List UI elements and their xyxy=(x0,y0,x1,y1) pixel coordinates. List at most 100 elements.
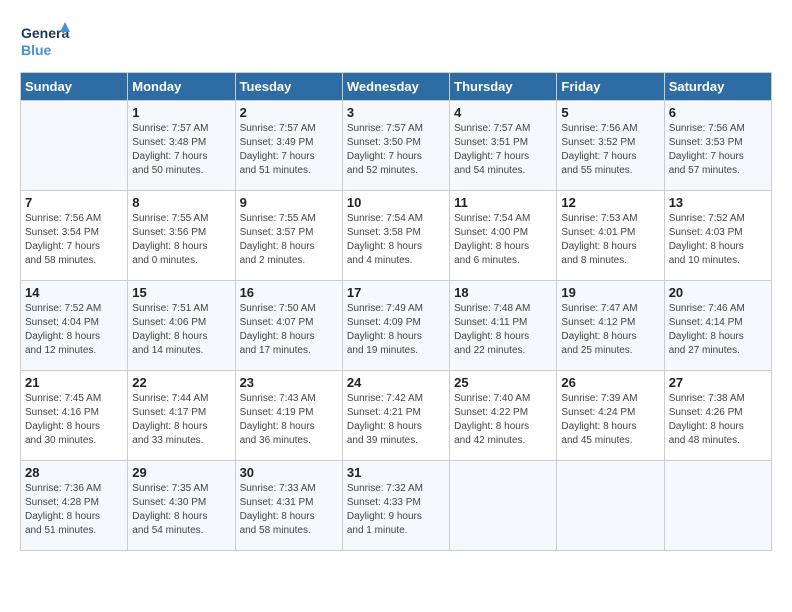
col-header-saturday: Saturday xyxy=(664,73,771,101)
calendar-cell: 1 Sunrise: 7:57 AMSunset: 3:48 PMDaylight… xyxy=(128,101,235,191)
col-header-monday: Monday xyxy=(128,73,235,101)
day-info: Sunrise: 7:51 AMSunset: 4:06 PMDaylight:… xyxy=(132,302,230,358)
day-number: 12 xyxy=(561,195,659,210)
calendar-cell: 5Sunrise: 7:56 AMSunset: 3:52 PMDaylight… xyxy=(557,101,664,191)
day-number: 7 xyxy=(25,195,123,210)
calendar-cell: 26 Sunrise: 7:39 AMSunset: 4:24 PMDayligh… xyxy=(557,371,664,461)
calendar-header-row: SundayMondayTuesdayWednesdayThursdayFrid… xyxy=(21,73,772,101)
day-number: 21 xyxy=(25,375,123,390)
col-header-friday: Friday xyxy=(557,73,664,101)
day-number: 17 xyxy=(347,285,445,300)
calendar-cell: 22 Sunrise: 7:44 AMSunset: 4:17 PMDayligh… xyxy=(128,371,235,461)
calendar-cell: 28Sunrise: 7:36 AMSunset: 4:28 PMDayligh… xyxy=(21,461,128,551)
page-header: General Blue xyxy=(20,20,772,62)
day-info: Sunrise: 7:57 AMSunset: 3:51 PMDaylight:… xyxy=(454,122,552,178)
calendar-cell: 6Sunrise: 7:56 AMSunset: 3:53 PMDaylight… xyxy=(664,101,771,191)
calendar-cell: 17 Sunrise: 7:49 AMSunset: 4:09 PMDayligh… xyxy=(342,281,449,371)
calendar-cell: 18 Sunrise: 7:48 AMSunset: 4:11 PMDayligh… xyxy=(450,281,557,371)
day-number: 11 xyxy=(454,195,552,210)
day-info: Sunrise: 7:50 AMSunset: 4:07 PMDaylight:… xyxy=(240,302,338,358)
day-number: 3 xyxy=(347,105,445,120)
day-number: 31 xyxy=(347,465,445,480)
day-info: Sunrise: 7:53 AMSunset: 4:01 PMDaylight:… xyxy=(561,212,659,268)
calendar-cell: 10 Sunrise: 7:54 AMSunset: 3:58 PMDayligh… xyxy=(342,191,449,281)
day-info: Sunrise: 7:52 AMSunset: 4:04 PMDaylight:… xyxy=(25,302,123,358)
day-number: 19 xyxy=(561,285,659,300)
calendar-cell: 16 Sunrise: 7:50 AMSunset: 4:07 PMDayligh… xyxy=(235,281,342,371)
calendar-week-row: 1 Sunrise: 7:57 AMSunset: 3:48 PMDaylight… xyxy=(21,101,772,191)
day-info: Sunrise: 7:45 AMSunset: 4:16 PMDaylight:… xyxy=(25,392,123,448)
day-info: Sunrise: 7:55 AMSunset: 3:56 PMDaylight:… xyxy=(132,212,230,268)
day-info: Sunrise: 7:54 AMSunset: 4:00 PMDaylight:… xyxy=(454,212,552,268)
calendar-cell: 30 Sunrise: 7:33 AMSunset: 4:31 PMDayligh… xyxy=(235,461,342,551)
day-info: Sunrise: 7:44 AMSunset: 4:17 PMDaylight:… xyxy=(132,392,230,448)
day-info: Sunrise: 7:54 AMSunset: 3:58 PMDaylight:… xyxy=(347,212,445,268)
day-number: 10 xyxy=(347,195,445,210)
calendar-cell: 24 Sunrise: 7:42 AMSunset: 4:21 PMDayligh… xyxy=(342,371,449,461)
day-info: Sunrise: 7:38 AMSunset: 4:26 PMDaylight:… xyxy=(669,392,767,448)
calendar-cell: 19 Sunrise: 7:47 AMSunset: 4:12 PMDayligh… xyxy=(557,281,664,371)
day-number: 30 xyxy=(240,465,338,480)
day-number: 16 xyxy=(240,285,338,300)
calendar-cell: 23Sunrise: 7:43 AMSunset: 4:19 PMDayligh… xyxy=(235,371,342,461)
col-header-wednesday: Wednesday xyxy=(342,73,449,101)
day-number: 2 xyxy=(240,105,338,120)
day-number: 20 xyxy=(669,285,767,300)
calendar-cell: 3 Sunrise: 7:57 AMSunset: 3:50 PMDaylight… xyxy=(342,101,449,191)
calendar-cell: 7 Sunrise: 7:56 AMSunset: 3:54 PMDaylight… xyxy=(21,191,128,281)
day-info: Sunrise: 7:57 AMSunset: 3:50 PMDaylight:… xyxy=(347,122,445,178)
calendar-cell: 27Sunrise: 7:38 AMSunset: 4:26 PMDayligh… xyxy=(664,371,771,461)
day-number: 13 xyxy=(669,195,767,210)
calendar-cell: 31Sunrise: 7:32 AMSunset: 4:33 PMDayligh… xyxy=(342,461,449,551)
calendar-cell: 29Sunrise: 7:35 AMSunset: 4:30 PMDayligh… xyxy=(128,461,235,551)
calendar-cell xyxy=(21,101,128,191)
day-number: 18 xyxy=(454,285,552,300)
logo: General Blue xyxy=(20,20,70,62)
day-number: 9 xyxy=(240,195,338,210)
calendar-cell: 4 Sunrise: 7:57 AMSunset: 3:51 PMDaylight… xyxy=(450,101,557,191)
day-number: 8 xyxy=(132,195,230,210)
day-info: Sunrise: 7:36 AMSunset: 4:28 PMDaylight:… xyxy=(25,482,123,538)
calendar-cell xyxy=(450,461,557,551)
logo-svg: General Blue xyxy=(20,20,70,62)
calendar-cell xyxy=(557,461,664,551)
day-info: Sunrise: 7:42 AMSunset: 4:21 PMDaylight:… xyxy=(347,392,445,448)
day-info: Sunrise: 7:52 AMSunset: 4:03 PMDaylight:… xyxy=(669,212,767,268)
day-number: 25 xyxy=(454,375,552,390)
calendar-cell: 20 Sunrise: 7:46 AMSunset: 4:14 PMDayligh… xyxy=(664,281,771,371)
calendar-cell: 13 Sunrise: 7:52 AMSunset: 4:03 PMDayligh… xyxy=(664,191,771,281)
col-header-thursday: Thursday xyxy=(450,73,557,101)
day-info: Sunrise: 7:57 AMSunset: 3:48 PMDaylight:… xyxy=(132,122,230,178)
day-info: Sunrise: 7:55 AMSunset: 3:57 PMDaylight:… xyxy=(240,212,338,268)
calendar-cell: 8 Sunrise: 7:55 AMSunset: 3:56 PMDaylight… xyxy=(128,191,235,281)
calendar-week-row: 28Sunrise: 7:36 AMSunset: 4:28 PMDayligh… xyxy=(21,461,772,551)
day-number: 4 xyxy=(454,105,552,120)
calendar-cell: 25 Sunrise: 7:40 AMSunset: 4:22 PMDayligh… xyxy=(450,371,557,461)
day-number: 1 xyxy=(132,105,230,120)
calendar-cell: 11 Sunrise: 7:54 AMSunset: 4:00 PMDayligh… xyxy=(450,191,557,281)
calendar-cell: 15Sunrise: 7:51 AMSunset: 4:06 PMDayligh… xyxy=(128,281,235,371)
day-info: Sunrise: 7:40 AMSunset: 4:22 PMDaylight:… xyxy=(454,392,552,448)
day-info: Sunrise: 7:56 AMSunset: 3:54 PMDaylight:… xyxy=(25,212,123,268)
day-info: Sunrise: 7:46 AMSunset: 4:14 PMDaylight:… xyxy=(669,302,767,358)
day-number: 22 xyxy=(132,375,230,390)
calendar-cell: 9 Sunrise: 7:55 AMSunset: 3:57 PMDaylight… xyxy=(235,191,342,281)
calendar-table: SundayMondayTuesdayWednesdayThursdayFrid… xyxy=(20,72,772,551)
day-info: Sunrise: 7:33 AMSunset: 4:31 PMDaylight:… xyxy=(240,482,338,538)
day-number: 24 xyxy=(347,375,445,390)
calendar-week-row: 7 Sunrise: 7:56 AMSunset: 3:54 PMDaylight… xyxy=(21,191,772,281)
svg-text:Blue: Blue xyxy=(21,42,52,58)
day-info: Sunrise: 7:56 AMSunset: 3:53 PMDaylight:… xyxy=(669,122,767,178)
calendar-cell: 21 Sunrise: 7:45 AMSunset: 4:16 PMDayligh… xyxy=(21,371,128,461)
calendar-cell: 2 Sunrise: 7:57 AMSunset: 3:49 PMDaylight… xyxy=(235,101,342,191)
day-info: Sunrise: 7:47 AMSunset: 4:12 PMDaylight:… xyxy=(561,302,659,358)
calendar-week-row: 14Sunrise: 7:52 AMSunset: 4:04 PMDayligh… xyxy=(21,281,772,371)
day-number: 26 xyxy=(561,375,659,390)
day-info: Sunrise: 7:57 AMSunset: 3:49 PMDaylight:… xyxy=(240,122,338,178)
col-header-tuesday: Tuesday xyxy=(235,73,342,101)
calendar-cell xyxy=(664,461,771,551)
day-info: Sunrise: 7:39 AMSunset: 4:24 PMDaylight:… xyxy=(561,392,659,448)
day-info: Sunrise: 7:48 AMSunset: 4:11 PMDaylight:… xyxy=(454,302,552,358)
day-info: Sunrise: 7:49 AMSunset: 4:09 PMDaylight:… xyxy=(347,302,445,358)
day-number: 23 xyxy=(240,375,338,390)
